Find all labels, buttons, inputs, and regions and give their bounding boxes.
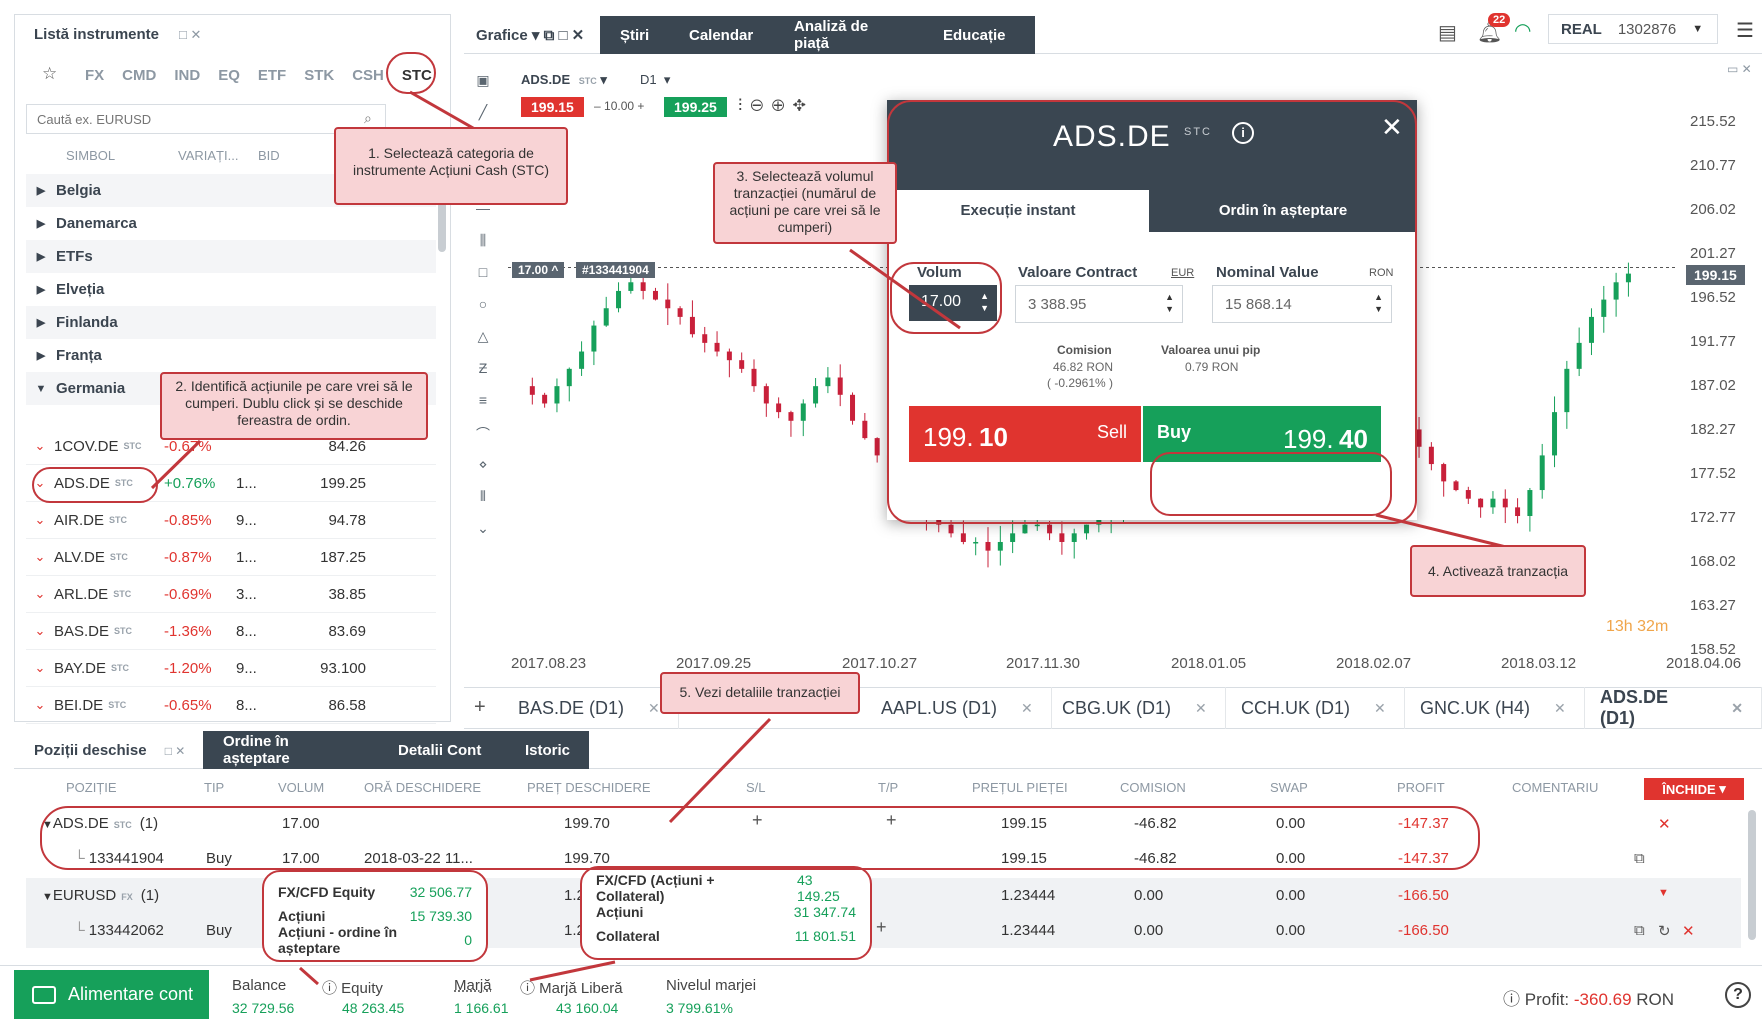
arrow-2 bbox=[150, 439, 202, 490]
callout-4: 4. Activează tranzacția bbox=[1410, 545, 1586, 597]
arrow-mg bbox=[529, 960, 616, 982]
callout-5: 5. Vezi detaliile tranzacției bbox=[660, 672, 860, 714]
highlight-position bbox=[40, 806, 1480, 870]
highlight-stc bbox=[386, 52, 436, 94]
highlight-ads bbox=[32, 467, 158, 503]
highlight-buy bbox=[1150, 452, 1392, 516]
callout-3: 3. Selectează volumul tranzacției (număr… bbox=[713, 162, 897, 244]
arrow-eq bbox=[299, 966, 319, 986]
callout-2: 2. Identifică acțiunile pe care vrei să … bbox=[160, 372, 428, 440]
arrow-1 bbox=[409, 90, 481, 134]
callout-1: 1. Selectează categoria de instrumente A… bbox=[334, 127, 568, 205]
